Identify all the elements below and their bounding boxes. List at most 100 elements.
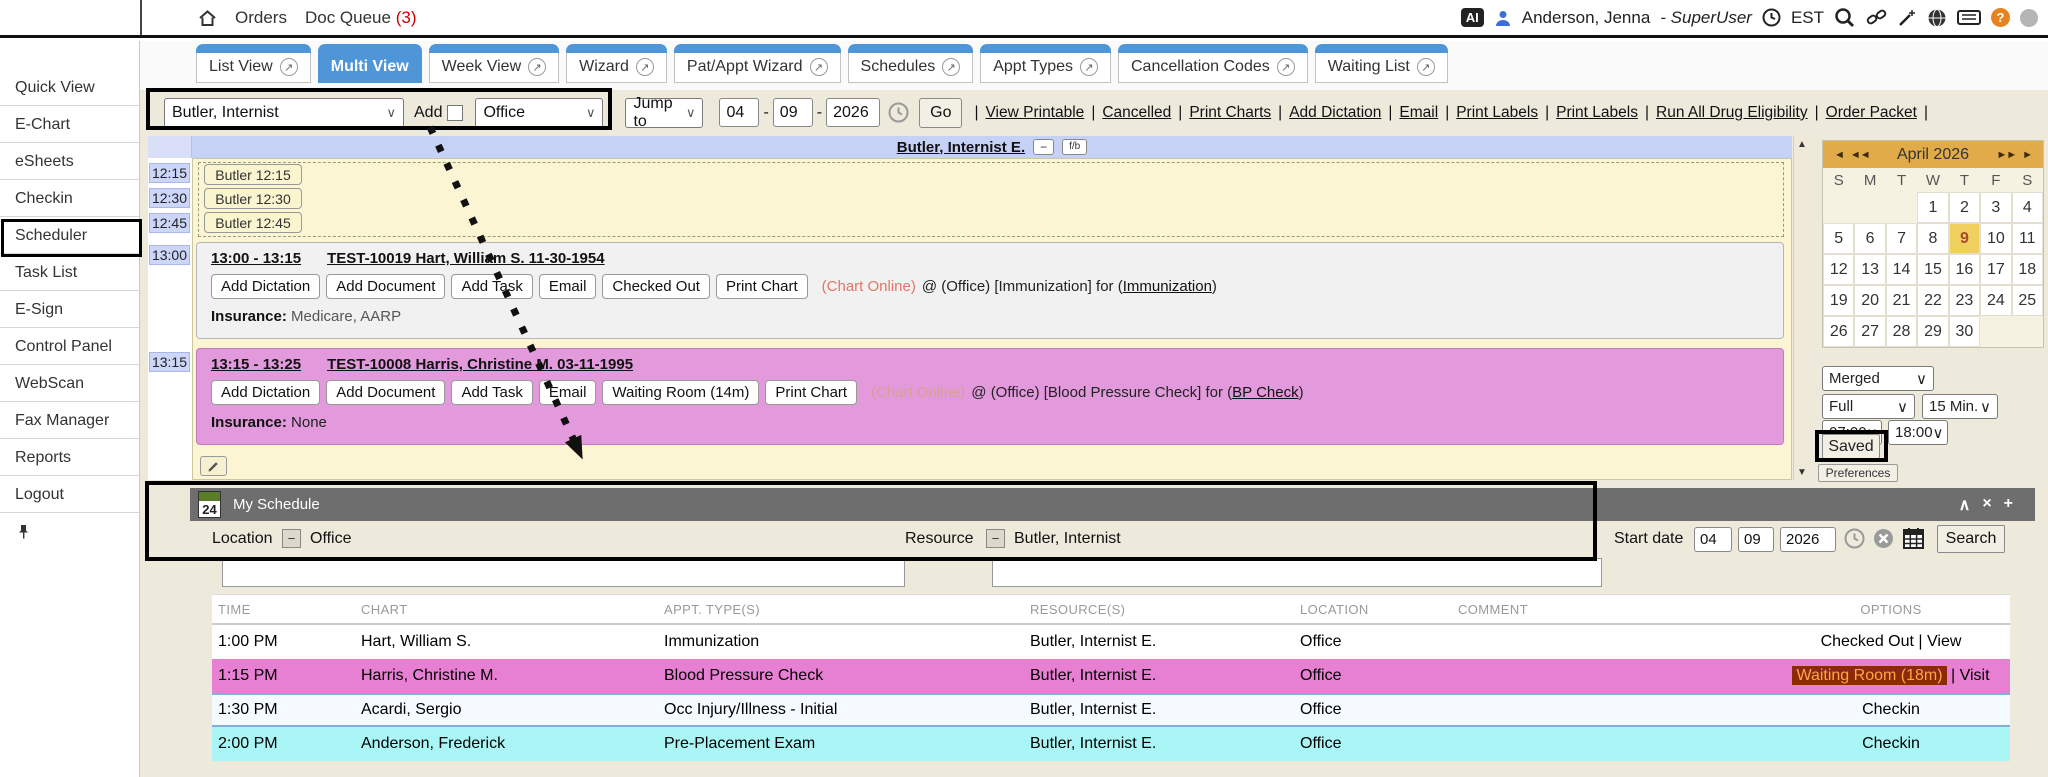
popout-icon[interactable]: ↗ <box>528 58 546 76</box>
appt-type-link[interactable]: Immunization <box>1123 278 1212 295</box>
calendar-day[interactable]: 16 <box>1949 254 1980 285</box>
start-date-year-input[interactable]: 2026 <box>1780 527 1836 552</box>
tab-multi-view[interactable]: Multi View <box>318 44 422 83</box>
month-input[interactable]: 04 <box>719 98 759 127</box>
calendar-day[interactable]: 28 <box>1886 316 1917 347</box>
schedule-scrollbar[interactable]: ▲ ▼ <box>1793 136 1809 480</box>
cell-options[interactable]: Checked Out | View <box>1772 633 2010 651</box>
link-print-labels-2[interactable]: Print Labels <box>1556 104 1638 122</box>
tab-wizard[interactable]: Wizard↗ <box>566 44 667 83</box>
calendar-day[interactable]: 18 <box>2012 254 2043 285</box>
keyboard-icon[interactable] <box>1957 9 1981 26</box>
print-chart-button[interactable]: Print Chart <box>765 380 857 405</box>
link-run-all-drug-eligibility[interactable]: Run All Drug Eligibility <box>1656 104 1808 122</box>
calendar-day[interactable]: 7 <box>1886 223 1917 254</box>
sidebar-item-e-sign[interactable]: E-Sign <box>0 291 139 328</box>
visit-link[interactable]: | Visit <box>1951 667 1990 684</box>
waiting-room-badge[interactable]: Waiting Room (18m) <box>1792 666 1946 685</box>
sidebar-item-task-list[interactable]: Task List <box>0 254 139 291</box>
popout-icon[interactable]: ↗ <box>1080 58 1098 76</box>
open-slot-button[interactable]: Butler 12:45 <box>204 212 302 233</box>
start-date-day-input[interactable]: 09 <box>1738 527 1774 552</box>
popout-icon[interactable]: ↗ <box>636 58 654 76</box>
calendar-day[interactable]: 3 <box>1980 192 2011 223</box>
calendar-day[interactable]: 22 <box>1917 285 1948 316</box>
calendar-day[interactable]: 25 <box>2012 285 2043 316</box>
add-document-button[interactable]: Add Document <box>326 380 445 405</box>
link-email[interactable]: Email <box>1399 104 1438 122</box>
cell-options[interactable]: Checkin <box>1772 735 2010 753</box>
add-checkbox[interactable] <box>447 105 463 121</box>
tab-waiting-list[interactable]: Waiting List↗ <box>1315 44 1448 83</box>
sidebar-item-logout[interactable]: Logout <box>0 476 139 513</box>
table-row[interactable]: 1:00 PM Hart, William S. Immunization Bu… <box>212 625 2010 659</box>
calendar-day[interactable]: 1 <box>1917 192 1948 223</box>
sidebar-item-reports[interactable]: Reports <box>0 439 139 476</box>
add-document-button[interactable]: Add Document <box>326 274 445 299</box>
link-icon[interactable] <box>1866 7 1887 28</box>
sidebar-item-e-chart[interactable]: E-Chart <box>0 106 139 143</box>
open-slot-button[interactable]: Butler 12:15 <box>204 164 302 185</box>
sidebar-item-fax-manager[interactable]: Fax Manager <box>0 402 139 439</box>
sidebar-item-quick-view[interactable]: Quick View <box>0 69 139 106</box>
resource-collapse-button[interactable]: − <box>986 529 1005 548</box>
calendar-day[interactable]: 12 <box>1823 254 1854 285</box>
popout-icon[interactable]: ↗ <box>942 58 960 76</box>
jump-to-select[interactable]: Jump to ∨ <box>625 98 703 128</box>
calendar-day[interactable]: 6 <box>1854 223 1885 254</box>
tab-appt-types[interactable]: Appt Types↗ <box>980 44 1111 83</box>
calendar-next-month-icon[interactable]: ► <box>2022 149 2032 161</box>
appointment-time-link[interactable]: 13:15 - 13:25 <box>211 356 301 373</box>
cell-chart[interactable]: Hart, William S. <box>355 633 658 651</box>
tab-week-view[interactable]: Week View↗ <box>429 44 559 83</box>
tab-cancellation-codes[interactable]: Cancellation Codes↗ <box>1118 44 1308 83</box>
appointment-card-hart[interactable]: 13:00 - 13:15 TEST-10019 Hart, William S… <box>196 242 1784 339</box>
table-row[interactable]: 1:30 PM Acardi, Sergio Occ Injury/Illnes… <box>212 693 2010 727</box>
saved-button[interactable]: Saved <box>1822 434 1880 459</box>
add-task-button[interactable]: Add Task <box>451 380 532 405</box>
sidebar-item-webscan[interactable]: WebScan <box>0 365 139 402</box>
cell-chart[interactable]: Acardi, Sergio <box>355 701 658 719</box>
patient-chart-link[interactable]: TEST-10008 Harris, Christine M. 03-11-19… <box>327 356 633 373</box>
calendar-day[interactable]: 19 <box>1823 285 1854 316</box>
link-print-labels-1[interactable]: Print Labels <box>1456 104 1538 122</box>
email-button[interactable]: Email <box>539 380 597 405</box>
popout-icon[interactable]: ↗ <box>810 58 828 76</box>
ai-badge[interactable]: AI <box>1461 8 1484 27</box>
scroll-down-icon[interactable]: ▼ <box>1794 464 1810 480</box>
calendar-day[interactable]: 10 <box>1980 223 2011 254</box>
calendar-prev-month-icon[interactable]: ◄ <box>1834 149 1844 161</box>
resource-filter-value[interactable]: Butler, Internist <box>1014 530 1121 548</box>
calendar-day[interactable]: 21 <box>1886 285 1917 316</box>
globe-icon[interactable] <box>1927 8 1947 28</box>
calendar-day-selected[interactable]: 9 <box>1949 223 1980 254</box>
tab-pat-appt-wizard[interactable]: Pat/Appt Wizard↗ <box>674 44 841 83</box>
fb-button[interactable]: f/b <box>1062 139 1087 155</box>
time-clock-icon[interactable] <box>888 102 909 123</box>
provider-select[interactable]: Butler, Internist ∨ <box>164 98 404 128</box>
checked-out-button[interactable]: Checked Out <box>602 274 710 299</box>
full-view-select[interactable]: Full∨ <box>1822 394 1915 419</box>
email-button[interactable]: Email <box>539 274 597 299</box>
link-cancelled[interactable]: Cancelled <box>1102 104 1171 122</box>
resource-header-link[interactable]: Butler, Internist E. <box>897 139 1025 156</box>
cell-chart[interactable]: Harris, Christine M. <box>355 667 658 685</box>
calendar-day[interactable]: 30 <box>1949 316 1980 347</box>
location-filter-input[interactable] <box>222 558 905 587</box>
cell-options[interactable]: Checkin <box>1772 701 2010 719</box>
search-icon[interactable] <box>1834 7 1856 29</box>
window-close-icon[interactable]: × <box>1982 495 1991 515</box>
location-select[interactable]: Office ∨ <box>475 98 603 128</box>
table-row[interactable]: 2:00 PM Anderson, Frederick Pre-Placemen… <box>212 727 2010 761</box>
calendar-day[interactable]: 24 <box>1980 285 2011 316</box>
pin-icon[interactable] <box>17 524 30 539</box>
timezone-label[interactable]: EST <box>1791 8 1824 28</box>
search-button[interactable]: Search <box>1937 525 2005 553</box>
appt-type-link[interactable]: BP Check <box>1232 384 1298 401</box>
calendar-day[interactable]: 26 <box>1823 316 1854 347</box>
day-input[interactable]: 09 <box>773 98 813 127</box>
window-collapse-icon[interactable]: ∧ <box>1959 495 1971 515</box>
home-icon[interactable] <box>198 9 217 27</box>
add-dictation-button[interactable]: Add Dictation <box>211 380 320 405</box>
user-name[interactable]: Anderson, Jenna <box>1522 8 1651 28</box>
